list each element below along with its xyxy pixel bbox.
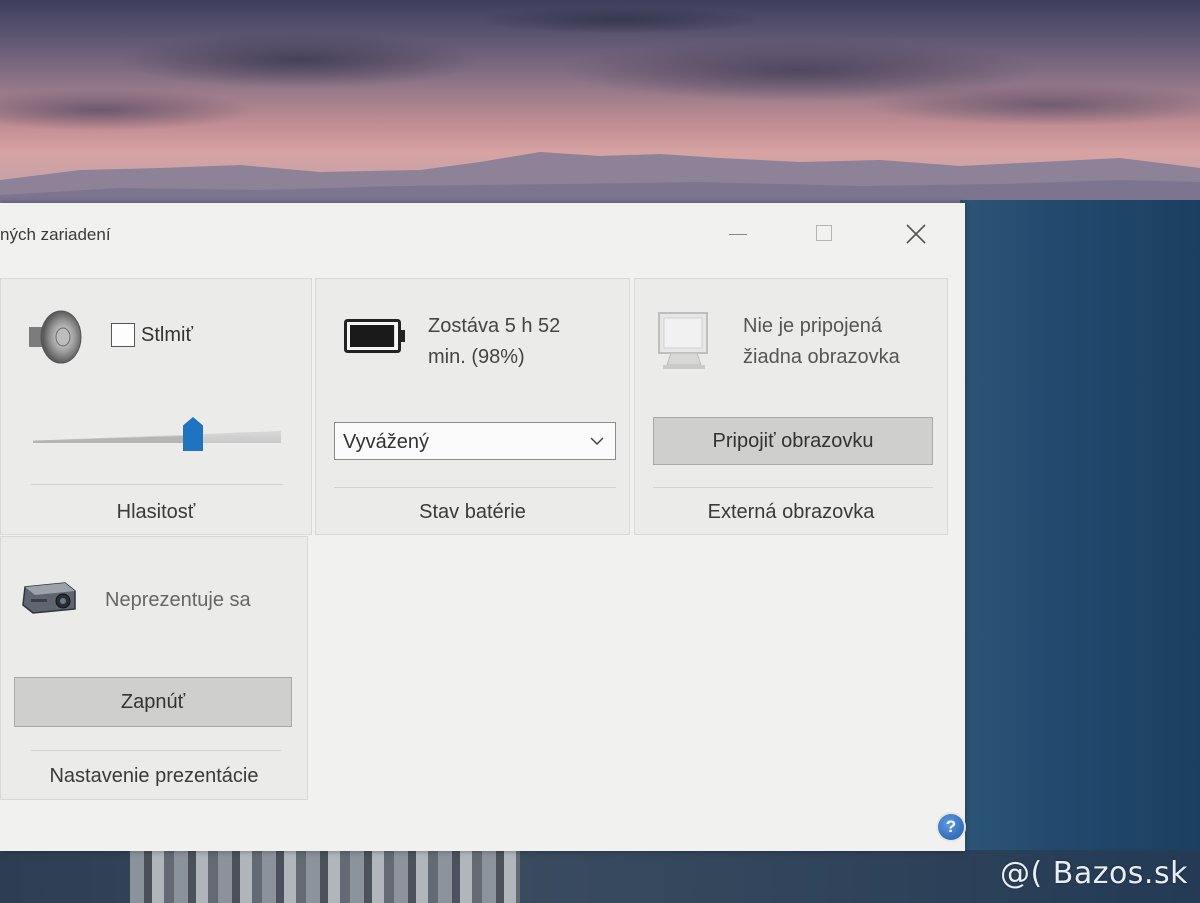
mute-label: Stlmiť (141, 323, 193, 346)
connect-display-button[interactable]: Pripojiť obrazovku (653, 417, 933, 465)
presentation-on-button[interactable]: Zapnúť (14, 677, 292, 727)
window-title: ných zariadení (0, 225, 111, 244)
battery-tile: Zostáva 5 h 52 min. (98%) Vyvážený Stav … (315, 278, 630, 535)
volume-tile-title: Hlasitosť (116, 501, 196, 523)
presentation-status: Neprezentuje sa (105, 589, 251, 611)
display-tile-title: Externá obrazovka (707, 501, 875, 523)
power-plan-value: Vyvážený (343, 431, 429, 453)
display-status-line: Nie je pripojená (743, 315, 882, 337)
close-button[interactable] (893, 217, 939, 253)
wallpaper-clouds (0, 0, 1200, 150)
minimize-button[interactable] (715, 217, 761, 253)
power-plan-dropdown[interactable]: Vyvážený (334, 422, 616, 460)
close-icon (906, 224, 926, 244)
battery-icon (344, 319, 405, 353)
battery-status-line: min. (98%) (428, 346, 525, 368)
projector-icon (22, 582, 76, 614)
wallpaper-rocks (130, 850, 520, 903)
divider (31, 484, 283, 485)
mobility-center-window: ných zariadení Stlmiť Hlasitosť Zostáva … (0, 203, 965, 851)
display-status-line: žiadna obrazovka (743, 346, 900, 368)
maximize-button[interactable] (802, 217, 848, 253)
help-icon[interactable]: ? (938, 814, 964, 840)
desktop-background (960, 200, 1200, 903)
external-display-tile: Nie je pripojená žiadna obrazovka Pripoj… (634, 278, 948, 535)
divider (31, 750, 281, 751)
display-status: Nie je pripojená žiadna obrazovka (743, 311, 943, 373)
monitor-icon (658, 312, 708, 369)
divider (334, 487, 616, 488)
battery-status: Zostáva 5 h 52 min. (98%) (428, 311, 608, 373)
presentation-tile-title: Nastavenie prezentácie (49, 765, 259, 787)
battery-tile-title: Stav batérie (419, 501, 526, 523)
speaker-icon (29, 310, 82, 364)
volume-tile: Stlmiť Hlasitosť (0, 278, 312, 535)
volume-slider[interactable] (33, 417, 281, 453)
divider (653, 487, 933, 488)
presentation-tile: Neprezentuje sa Zapnúť Nastavenie prezen… (0, 536, 308, 800)
mute-checkbox-group[interactable]: Stlmiť (111, 323, 193, 347)
mute-checkbox[interactable] (111, 323, 135, 347)
watermark: @( Bazos.sk (1000, 856, 1188, 891)
battery-status-line: Zostáva 5 h 52 (428, 315, 561, 337)
volume-slider-thumb[interactable] (183, 417, 203, 451)
chevron-down-icon (590, 437, 604, 446)
volume-slider-fill (33, 435, 193, 443)
window-titlebar[interactable]: ných zariadení (0, 203, 965, 263)
